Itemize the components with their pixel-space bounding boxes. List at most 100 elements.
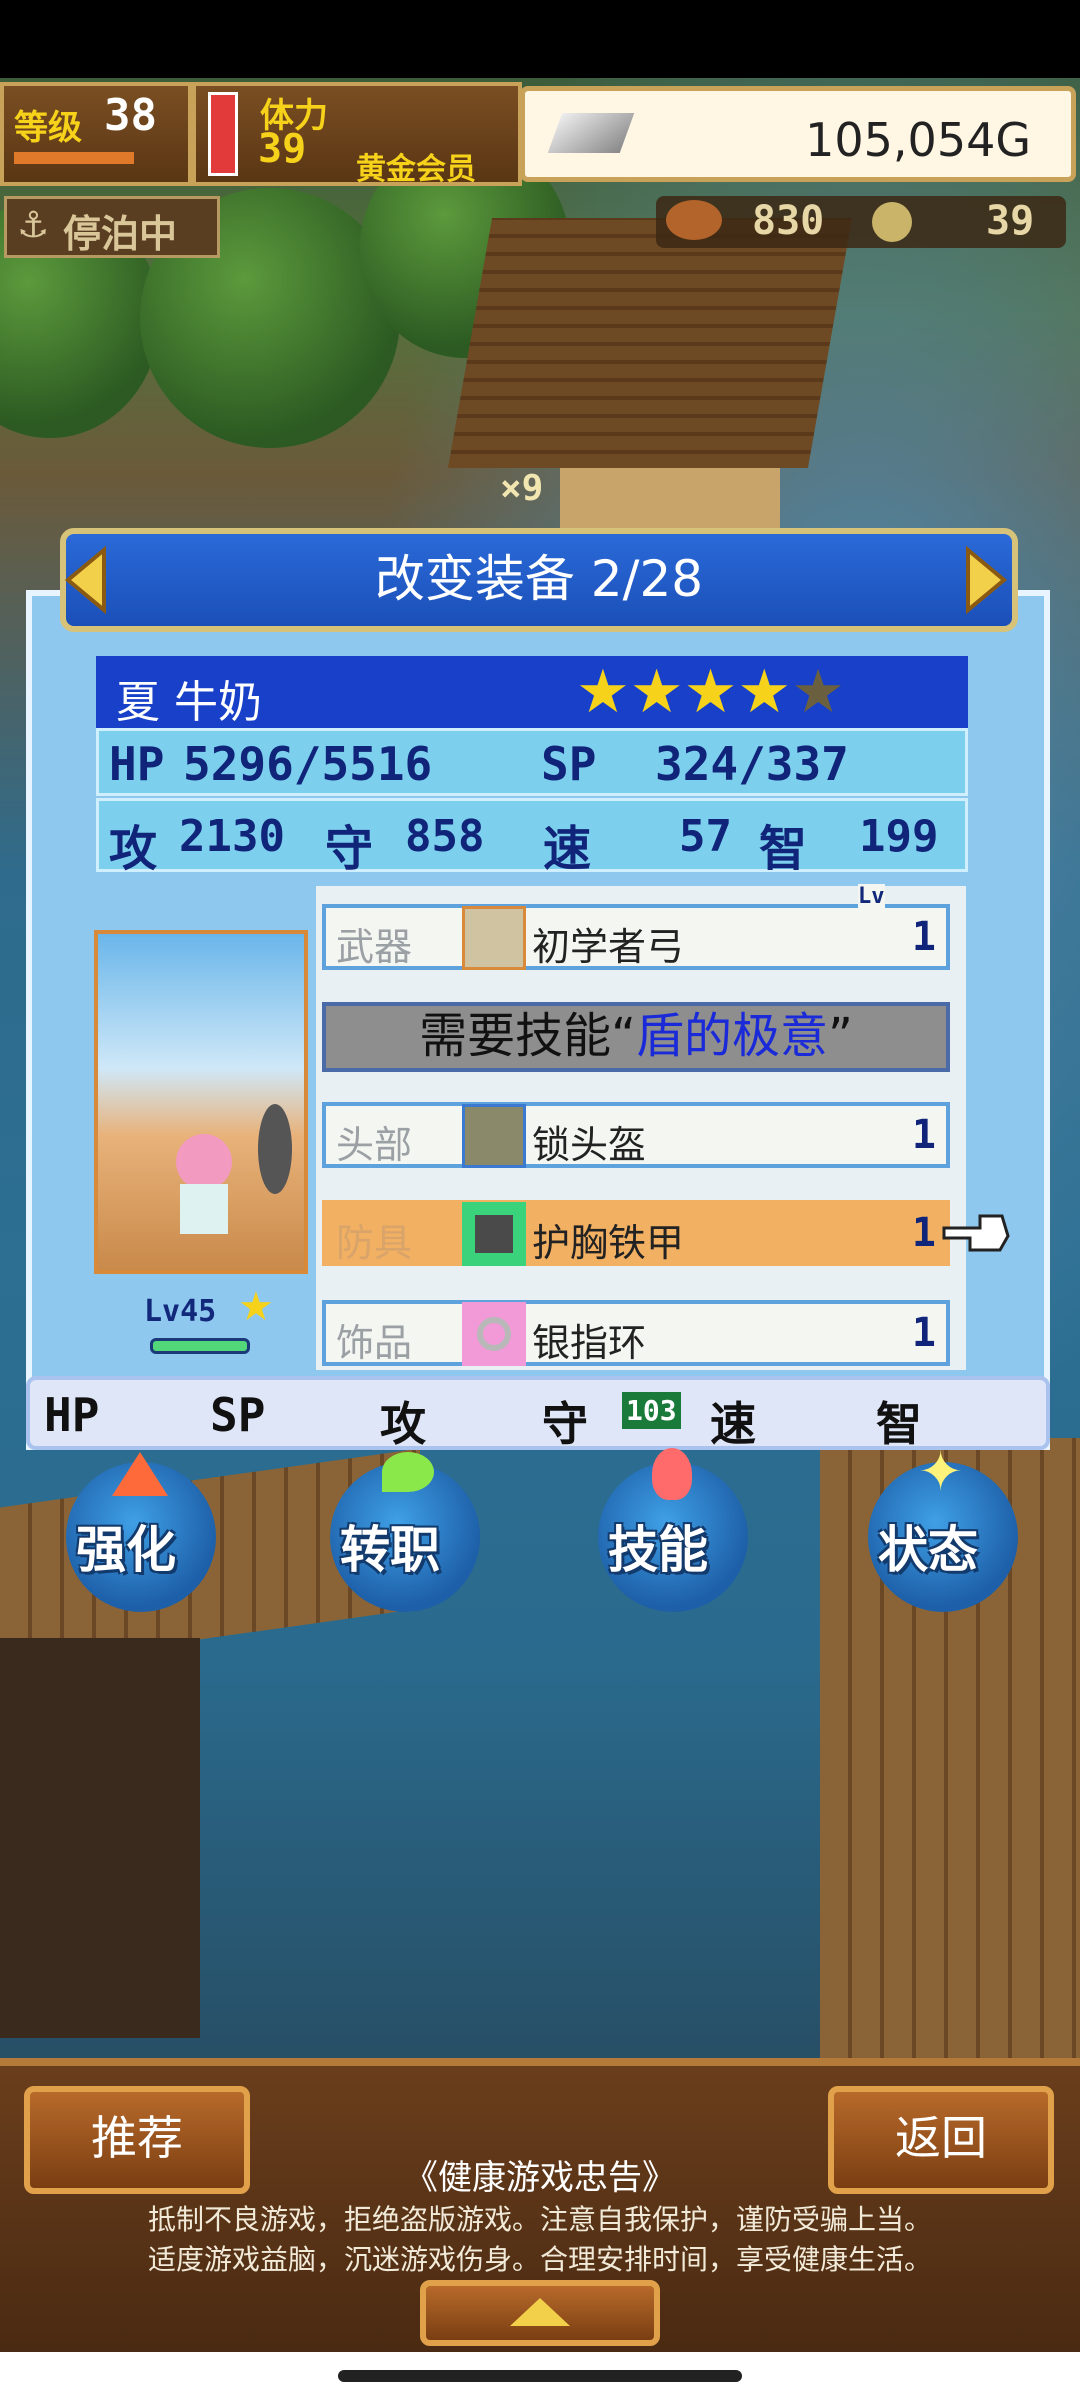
status-label: 状态 [878,1521,978,1579]
helmet-icon [462,1104,526,1168]
def-value: 858 [405,811,485,862]
health-notice-line1: 抵制不良游戏，拒绝盗版游戏。注意自我保护，谨防受骗上当。 [147,2203,932,2236]
compare-atk-label: 攻 [380,1397,426,1451]
int-value: 199 [859,811,939,862]
home-indicator[interactable] [338,2370,742,2382]
house-wall [560,468,780,528]
item-level-armor: 1 [911,1210,936,1256]
compare-hp-label: HP [44,1388,100,1442]
level-box: 等级 38 [0,82,192,186]
compare-sp-label: SP [210,1388,266,1442]
star-filled-icon: ★ [683,657,738,727]
anchor-icon: ⚓ [17,205,50,246]
compare-int-label: 智 [876,1397,922,1451]
character-body [180,1184,228,1234]
stat-row-attributes: 攻 2130 守 858 速 57 智 199 [96,798,968,877]
slot-label-weapon: 武器 [336,925,413,969]
hp-value: 5296/5516 [183,737,433,791]
stat-row-hp-sp: HP 5296/5516 SP 324/337 [96,728,968,796]
rarity-stars: ★★★★★ [576,660,845,724]
ship-hull [0,1638,200,2038]
job-change-label: 转职 [340,1521,440,1579]
gold-amount: 105,054G [805,113,1031,167]
item-level-accessory: 1 [911,1310,936,1356]
star-filled-icon: ★ [737,657,792,727]
bow-icon [462,906,526,970]
meat-icon [666,200,722,240]
portrait-level: Lv45 [144,1294,217,1329]
bottom-bar: 推荐 返回 《健康游戏忠告》 抵制不良游戏，拒绝盗版游戏。注意自我保护，谨防受骗… [0,2058,1080,2352]
skills-button[interactable]: 技能 [598,1448,748,1612]
item-name-accessory: 银指环 [532,1321,647,1365]
docked-status[interactable]: ⚓ 停泊中 [4,196,220,258]
character-hair [176,1134,232,1190]
resource1-value: 830 [752,198,825,244]
ring-icon [462,1302,526,1366]
character-portrait [94,930,308,1274]
star-empty-icon: ★ [791,657,845,727]
flame-icon [652,1448,692,1500]
leaf-icon [382,1452,434,1492]
star-filled-icon: ★ [576,657,630,727]
docked-label: 停泊中 [63,212,178,256]
skills-label: 技能 [608,1521,708,1579]
prev-character-button[interactable] [56,540,116,620]
spd-value: 57 [679,811,732,862]
house-roof [447,218,853,468]
skill-req-name: 盾的极意 [635,1008,828,1064]
equip-row-accessory[interactable]: 饰品 银指环 1 [322,1300,950,1366]
next-character-button[interactable] [956,540,1016,620]
atk-label: 攻 [109,821,158,877]
def-label: 守 [325,821,374,877]
portrait-star-icon: ★ [238,1284,274,1330]
item-name-weapon: 初学者弓 [532,925,685,969]
compare-def-diff: 103 [622,1392,681,1429]
status-button[interactable]: ✦ 状态 [868,1440,1018,1612]
health-notice-title: 《健康游戏忠告》 [404,2158,676,2198]
portrait-hp-bar [150,1338,250,1354]
character-name-row: 夏 牛奶 ★★★★★ [96,656,968,728]
pointing-hand-cursor-icon [940,1208,1012,1256]
level-label: 等级 [14,108,82,148]
compare-spd-label: 速 [710,1397,756,1451]
enhance-label: 强化 [76,1521,176,1579]
equip-row-head[interactable]: 头部 锁头盔 1 [322,1102,950,1168]
item-level-weapon: 1 [911,914,936,960]
resource-bar: 830 39 [656,196,1066,248]
item-level-head: 1 [911,1112,936,1158]
skill-req-prefix: 需要技能“ [419,1008,636,1064]
panel-title: 改变装备 2/28 [374,550,704,608]
training-dummy [258,1104,292,1194]
compare-def-label: 守 [542,1397,588,1451]
stamina-gauge [208,92,238,176]
skill-req-suffix: ” [828,1008,853,1064]
lv-tag: Lv [858,884,885,909]
coin-icon [872,202,912,242]
panel-header: 改变装备 2/28 [60,528,1018,632]
status-bar [0,0,1080,78]
system-nav-bar [0,2352,1080,2400]
slot-label-accessory: 饰品 [336,1321,413,1365]
enhance-button[interactable]: 强化 [66,1452,216,1612]
silver-bar-icon [547,113,635,153]
expand-menu-button[interactable] [420,2280,660,2346]
slot-label-head: 头部 [336,1123,413,1167]
membership-label: 黄金会员 [356,152,476,187]
exp-bar [14,152,134,164]
star-filled-icon: ★ [629,657,684,727]
slot-label-armor: 防具 [336,1221,413,1265]
stat-compare-row: HP SP 攻 守 103 速 智 [26,1376,1050,1451]
skill-requirement: 需要技能“盾的极意” [322,1002,950,1072]
equip-row-weapon[interactable]: 武器 初学者弓 1 [322,904,950,970]
int-label: 智 [759,821,808,877]
sparkle-icon: ✦ [918,1440,964,1503]
item-name-head: 锁头盔 [532,1123,647,1167]
hp-label: HP [109,737,165,791]
resource2-value: 39 [986,198,1035,244]
sp-value: 324/337 [655,737,849,791]
arrow-up-icon [112,1452,168,1496]
stamina-box: 体力 39 黄金会员 [192,82,522,187]
job-change-button[interactable]: 转职 [330,1452,480,1612]
health-notice-line2: 适度游戏益脑，沉迷游戏伤身。合理安排时间，享受健康生活。 [147,2243,932,2276]
equip-row-armor[interactable]: 防具 护胸铁甲 1 [322,1200,950,1266]
